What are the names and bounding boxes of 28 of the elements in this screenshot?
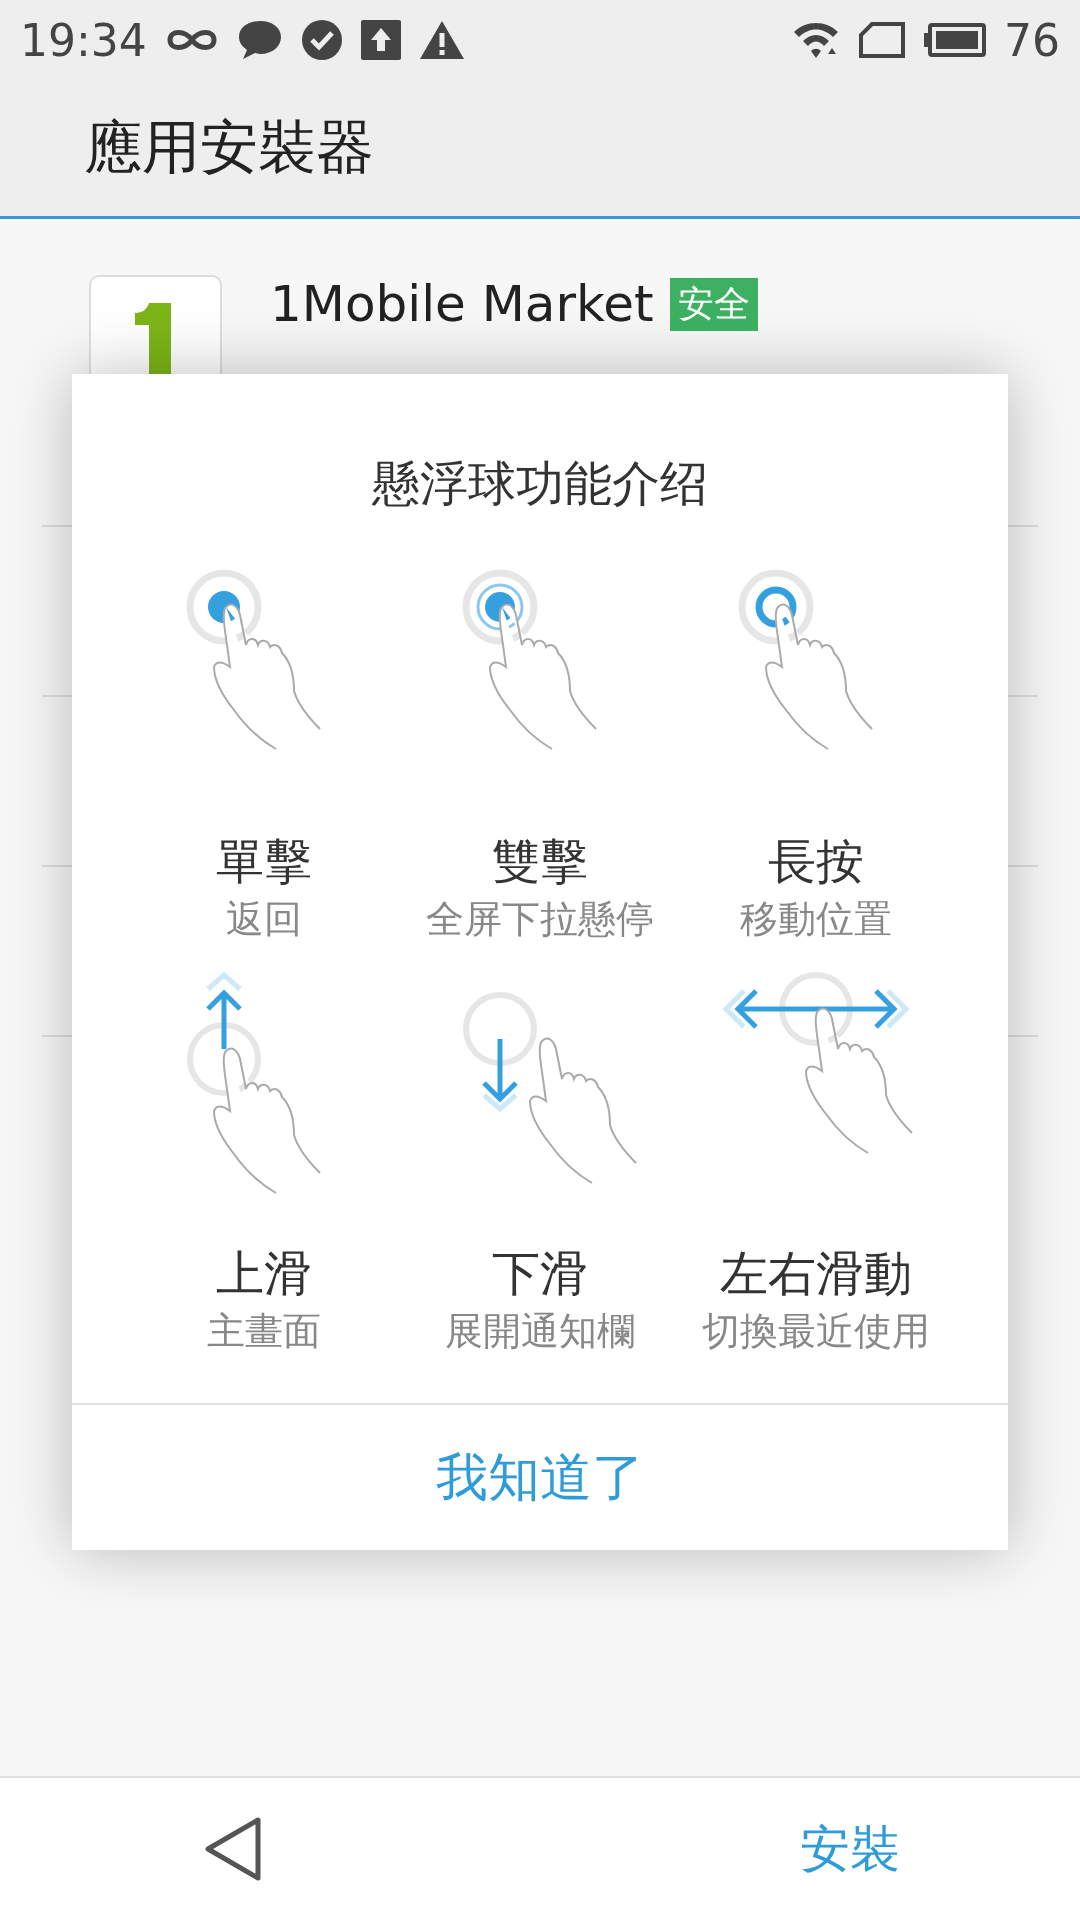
safe-badge: 安全 (669, 277, 758, 331)
app-bar-title: 應用安裝器 (84, 112, 374, 183)
gesture-label: 長按 (768, 832, 864, 891)
gesture-description: 展開通知欄 (444, 1309, 636, 1354)
sim-card-icon (858, 21, 906, 59)
got-it-button[interactable]: 我知道了 (72, 1405, 1008, 1550)
chat-bubble-icon (236, 19, 283, 61)
gesture-label: 下滑 (492, 1243, 588, 1303)
gesture-description: 主畫面 (206, 1309, 322, 1354)
status-time: 19:34 (20, 14, 147, 66)
gesture-label: 左右滑動 (720, 1243, 912, 1303)
install-button[interactable]: 安裝 (790, 1805, 910, 1893)
back-icon[interactable] (204, 1816, 264, 1882)
gesture-label: 雙擊 (492, 832, 588, 891)
upload-icon (360, 20, 401, 60)
wifi-icon (792, 20, 840, 60)
gesture-description: 返回 (225, 898, 303, 942)
warning-icon (418, 20, 465, 60)
battery-icon (924, 23, 986, 57)
gesture-description: 切換最近使用 (701, 1309, 931, 1354)
gesture-description: 全屏下拉懸停 (425, 898, 655, 942)
gesture-description: 移動位置 (739, 898, 893, 942)
gesture-label: 上滑 (216, 1243, 312, 1303)
app-name: 1Mobile Market (270, 275, 654, 333)
check-circle-icon (300, 19, 343, 61)
battery-level: 76 (1004, 14, 1060, 66)
dialog-title: 懸浮球功能介绍 (371, 454, 709, 513)
gesture-label: 單擊 (216, 832, 312, 891)
